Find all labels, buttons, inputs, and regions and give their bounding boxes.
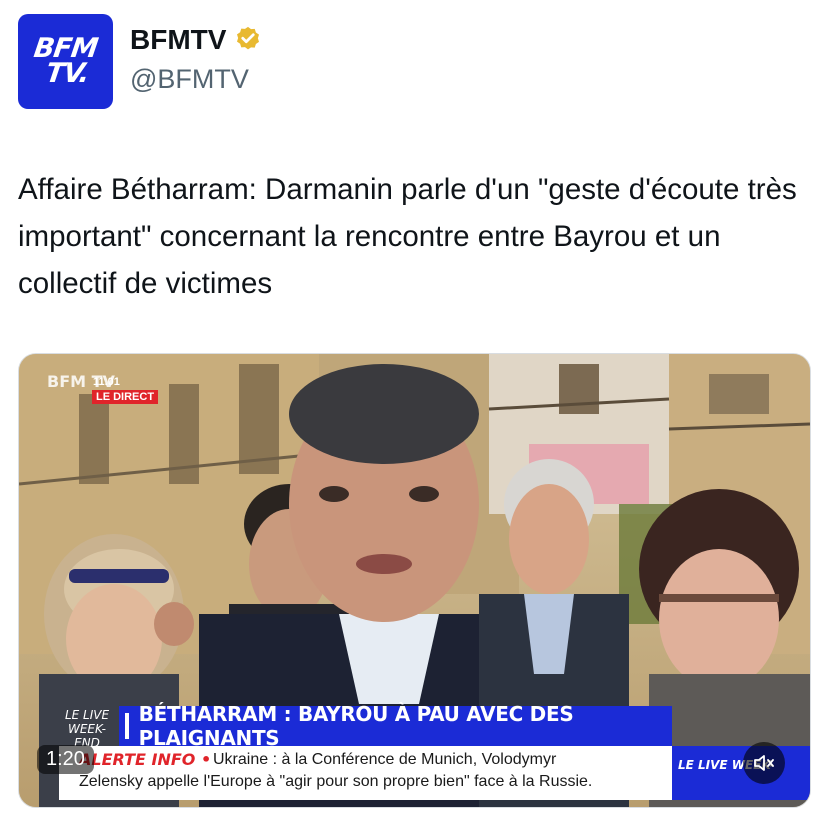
avatar-text-tv: TV.	[44, 57, 91, 89]
mute-button[interactable]	[743, 742, 785, 784]
verified-badge-icon	[237, 26, 260, 50]
video-player[interactable]: BFM TV 11.01 LE DIRECT LE LIVE WEEK-END …	[18, 353, 811, 808]
ticker-line-1: Ukraine : à la Conférence de Munich, Vol…	[213, 751, 557, 768]
headline-banner: BÉTHARRAM : BAYROU À PAU AVEC DES PLAIGN…	[119, 702, 672, 750]
ticker-label: ALERTE INFO •	[79, 750, 212, 769]
broadcast-clock: 11.01	[93, 376, 120, 388]
bfmtv-avatar[interactable]: BFM TV.	[18, 14, 113, 109]
video-timer: 1:20	[37, 745, 94, 774]
live-label: LE DIRECT	[92, 390, 159, 404]
display-name[interactable]: BFMTV	[130, 24, 226, 56]
headline-text: BÉTHARRAM : BAYROU À PAU AVEC DES PLAIGN…	[138, 702, 574, 750]
account-handle[interactable]: @BFMTV	[130, 64, 249, 95]
weekend-show-label: LE LIVE WEEK-END	[64, 708, 110, 750]
ticker-line-2: Zelensky appelle l'Europe à "agir pour s…	[79, 773, 593, 790]
speaker-muted-icon	[754, 755, 774, 771]
news-ticker: ALERTE INFO • Ukraine : à la Conférence …	[59, 746, 672, 800]
live-weekend-tag: LE LIVE WEEK-	[672, 746, 810, 800]
headline-separator	[125, 713, 129, 739]
tweet-text: Affaire Bétharram: Darmanin parle d'un "…	[18, 173, 797, 300]
author-name-row[interactable]: BFMTV	[130, 24, 263, 56]
